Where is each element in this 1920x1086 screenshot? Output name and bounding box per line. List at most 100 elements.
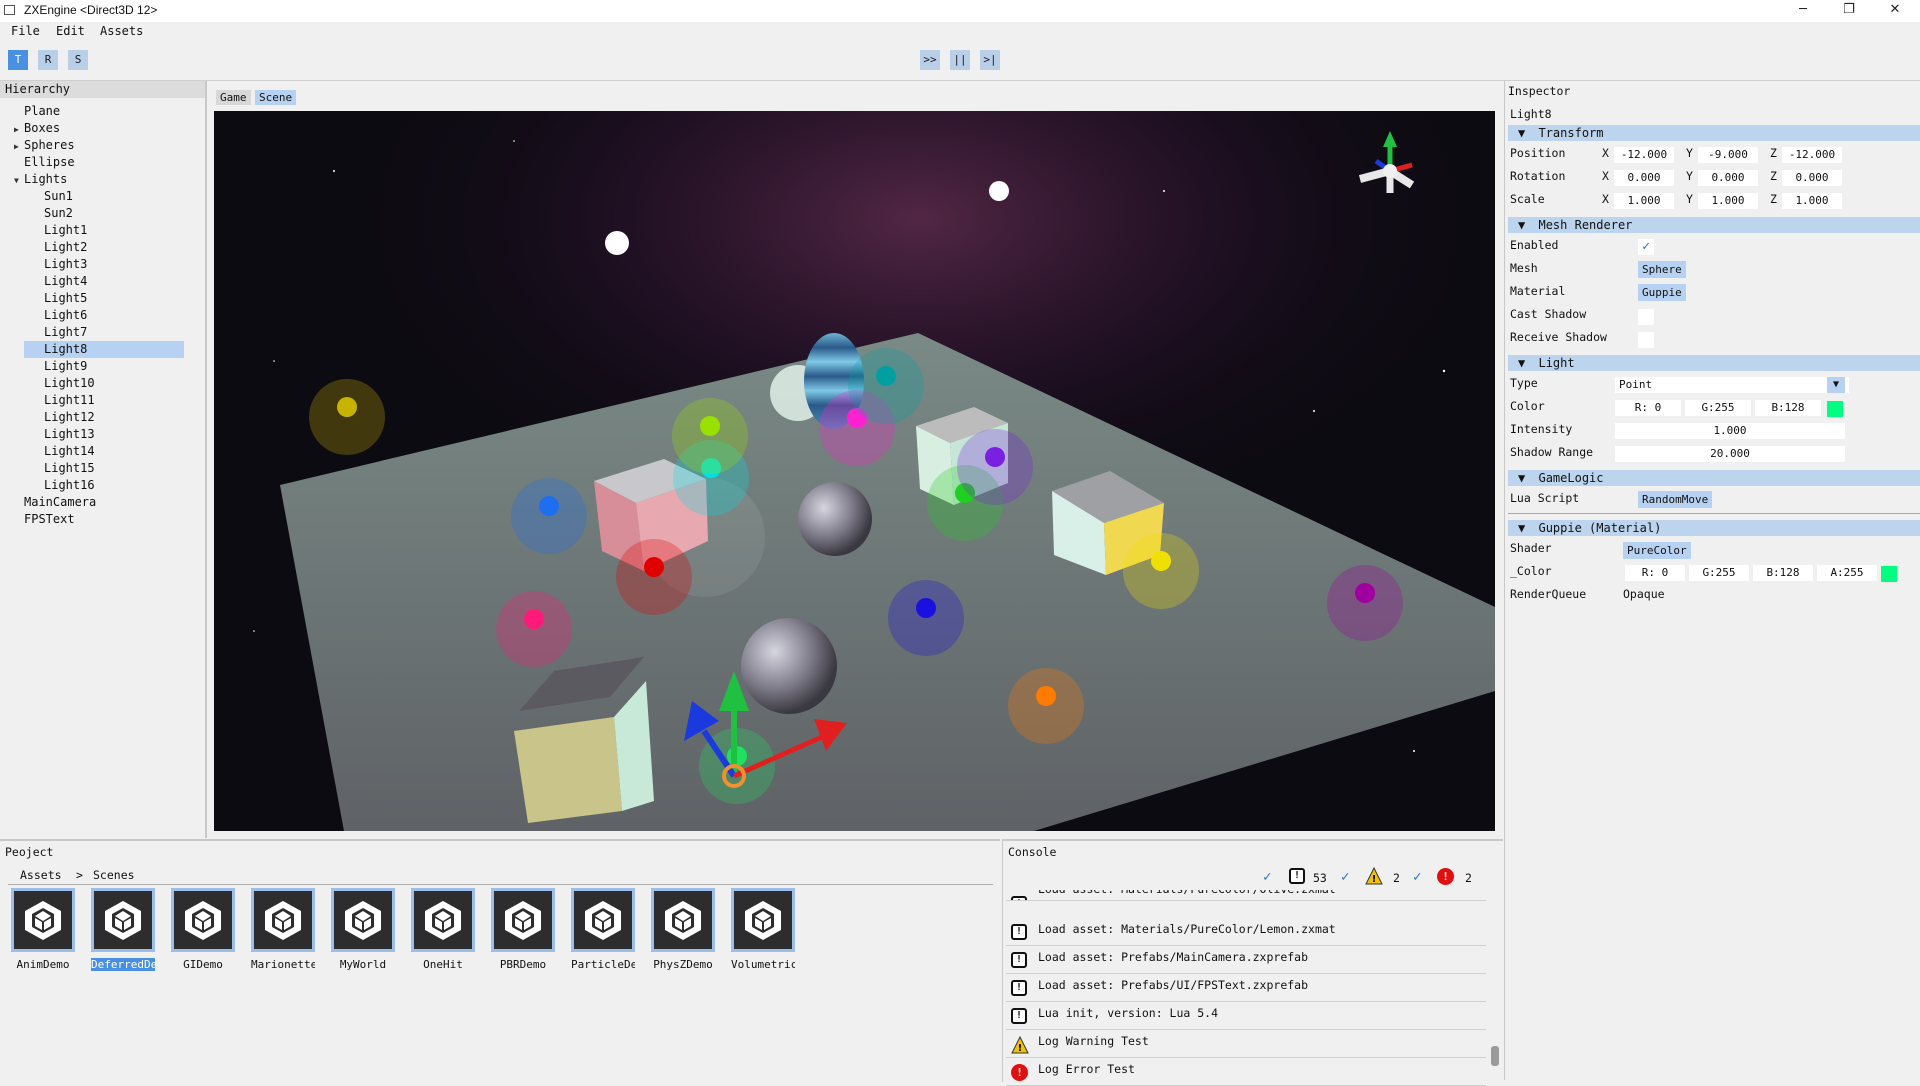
- breadcrumb-scenes[interactable]: Scenes: [93, 868, 135, 882]
- hierarchy-item[interactable]: Light8: [24, 341, 184, 358]
- hierarchy-item[interactable]: Light12: [0, 409, 205, 426]
- translate-tool-button[interactable]: T: [8, 50, 28, 70]
- hierarchy-item[interactable]: Light16: [0, 477, 205, 494]
- console-scrollbar[interactable]: [1491, 1046, 1499, 1066]
- warning-filter-checkbox[interactable]: ✓: [1341, 869, 1349, 885]
- hierarchy-item[interactable]: Light14: [0, 443, 205, 460]
- receive-shadow-checkbox[interactable]: [1638, 332, 1654, 348]
- lua-script-value[interactable]: RandomMove: [1638, 491, 1713, 508]
- point-light-sphere[interactable]: [337, 397, 357, 417]
- point-light-sphere[interactable]: [985, 447, 1005, 467]
- enabled-checkbox[interactable]: ✓: [1638, 239, 1654, 255]
- expanded-arrow-icon[interactable]: ▼: [14, 172, 24, 189]
- light-color-g[interactable]: G:255: [1685, 400, 1751, 416]
- rotate-tool-button[interactable]: R: [38, 50, 58, 70]
- asset-item[interactable]: MyWorld: [331, 888, 395, 971]
- hierarchy-item[interactable]: Light11: [0, 392, 205, 409]
- hierarchy-item[interactable]: Sun1: [0, 188, 205, 205]
- log-row[interactable]: ! Lua init, version: Lua 5.4: [1006, 1002, 1486, 1030]
- hierarchy-item[interactable]: ▶ Spheres: [0, 137, 205, 154]
- hierarchy-item[interactable]: Light15: [0, 460, 205, 477]
- play-button[interactable]: >>: [920, 50, 940, 70]
- point-light-sphere[interactable]: [1036, 686, 1056, 706]
- hierarchy-item[interactable]: Light10: [0, 375, 205, 392]
- close-button[interactable]: ✕: [1872, 0, 1918, 22]
- hierarchy-item[interactable]: MainCamera: [0, 494, 205, 511]
- point-light-sphere[interactable]: [916, 598, 936, 618]
- material-color-g[interactable]: G:255: [1689, 565, 1749, 581]
- gamelogic-section-header[interactable]: ▼ GameLogic: [1508, 470, 1920, 486]
- asset-item[interactable]: ParticleDe: [571, 888, 635, 971]
- hierarchy-item[interactable]: ▶ Boxes: [0, 120, 205, 137]
- cast-shadow-checkbox[interactable]: [1638, 309, 1654, 325]
- shader-value[interactable]: PureColor: [1623, 542, 1691, 559]
- hierarchy-item[interactable]: Light9: [0, 358, 205, 375]
- asset-item[interactable]: OneHit: [411, 888, 475, 971]
- chevron-down-icon[interactable]: ▼: [1827, 377, 1845, 393]
- asset-item[interactable]: DeferredDe: [91, 888, 155, 971]
- log-row[interactable]: ! Load asset: Materials/PureColor/Lemon.z…: [1006, 918, 1486, 946]
- material-color-a[interactable]: A:255: [1817, 565, 1877, 581]
- asset-item[interactable]: AnimDemo: [11, 888, 75, 971]
- transform-scale-z[interactable]: 1.000: [1782, 193, 1842, 209]
- step-button[interactable]: >|: [980, 50, 1000, 70]
- light-color-r[interactable]: R: 0: [1615, 400, 1681, 416]
- hierarchy-item[interactable]: Light13: [0, 426, 205, 443]
- scene-view[interactable]: [214, 111, 1495, 831]
- shadow-range-field[interactable]: 20.000: [1615, 446, 1845, 462]
- point-light-sphere[interactable]: [1355, 583, 1375, 603]
- light-color-b[interactable]: B:128: [1755, 400, 1821, 416]
- asset-item[interactable]: Volumetric: [731, 888, 795, 971]
- hierarchy-item[interactable]: Light7: [0, 324, 205, 341]
- breadcrumb-assets[interactable]: Assets: [20, 868, 62, 882]
- hierarchy-item[interactable]: Ellipse: [0, 154, 205, 171]
- menu-edit[interactable]: Edit: [56, 24, 85, 38]
- menu-assets[interactable]: Assets: [100, 24, 143, 38]
- transform-rotation-x[interactable]: 0.000: [1614, 170, 1674, 186]
- hierarchy-item[interactable]: FPSText: [0, 511, 205, 528]
- minimize-button[interactable]: ─: [1780, 0, 1826, 22]
- hierarchy-item[interactable]: Light1: [0, 222, 205, 239]
- material-color-b[interactable]: B:128: [1753, 565, 1813, 581]
- hierarchy-item[interactable]: Light3: [0, 256, 205, 273]
- light-section-header[interactable]: ▼ Light: [1508, 355, 1920, 371]
- hierarchy-item[interactable]: Light5: [0, 290, 205, 307]
- hierarchy-item[interactable]: Sun2: [0, 205, 205, 222]
- material-color-swatch[interactable]: [1881, 566, 1897, 582]
- log-row[interactable]: ! Log Warning Test: [1006, 1030, 1486, 1058]
- hierarchy-item[interactable]: Light6: [0, 307, 205, 324]
- hierarchy-item[interactable]: ▼ Lights: [0, 171, 205, 188]
- light-color-swatch[interactable]: [1827, 401, 1843, 417]
- light-type-dropdown[interactable]: Point: [1615, 377, 1849, 393]
- scale-tool-button[interactable]: S: [68, 50, 88, 70]
- transform-position-z[interactable]: -12.000: [1782, 147, 1842, 163]
- point-light-sphere[interactable]: [876, 366, 896, 386]
- hierarchy-item[interactable]: Light2: [0, 239, 205, 256]
- hierarchy-item[interactable]: Light4: [0, 273, 205, 290]
- log-row[interactable]: ! Load asset: Materials/PureColor/Olive.z…: [1006, 890, 1486, 901]
- intensity-field[interactable]: 1.000: [1615, 423, 1845, 439]
- log-row[interactable]: ! Log Error Test: [1006, 1058, 1486, 1086]
- transform-scale-x[interactable]: 1.000: [1614, 193, 1674, 209]
- mesh-value[interactable]: Sphere: [1638, 261, 1686, 278]
- tab-game[interactable]: Game: [216, 90, 251, 105]
- maximize-button[interactable]: ❐: [1826, 0, 1872, 22]
- transform-position-x[interactable]: -12.000: [1614, 147, 1674, 163]
- collapsed-arrow-icon[interactable]: ▶: [14, 138, 24, 155]
- transform-section-header[interactable]: ▼ Transform: [1508, 125, 1920, 141]
- tab-scene[interactable]: Scene: [255, 90, 297, 105]
- asset-item[interactable]: PhysZDemo: [651, 888, 715, 971]
- mesh-renderer-section-header[interactable]: ▼ Mesh Renderer: [1508, 217, 1920, 233]
- pause-button[interactable]: ||: [950, 50, 970, 70]
- material-color-r[interactable]: R: 0: [1625, 565, 1685, 581]
- transform-position-y[interactable]: -9.000: [1698, 147, 1758, 163]
- point-light-sphere[interactable]: [644, 557, 664, 577]
- transform-rotation-y[interactable]: 0.000: [1698, 170, 1758, 186]
- point-light-sphere[interactable]: [700, 416, 720, 436]
- point-light-sphere[interactable]: [539, 496, 559, 516]
- asset-item[interactable]: GIDemo: [171, 888, 235, 971]
- log-row[interactable]: ! Load asset: Prefabs/UI/FPSText.zxprefab: [1006, 974, 1486, 1002]
- menu-file[interactable]: File: [11, 24, 40, 38]
- point-light-sphere[interactable]: [524, 609, 544, 629]
- transform-scale-y[interactable]: 1.000: [1698, 193, 1758, 209]
